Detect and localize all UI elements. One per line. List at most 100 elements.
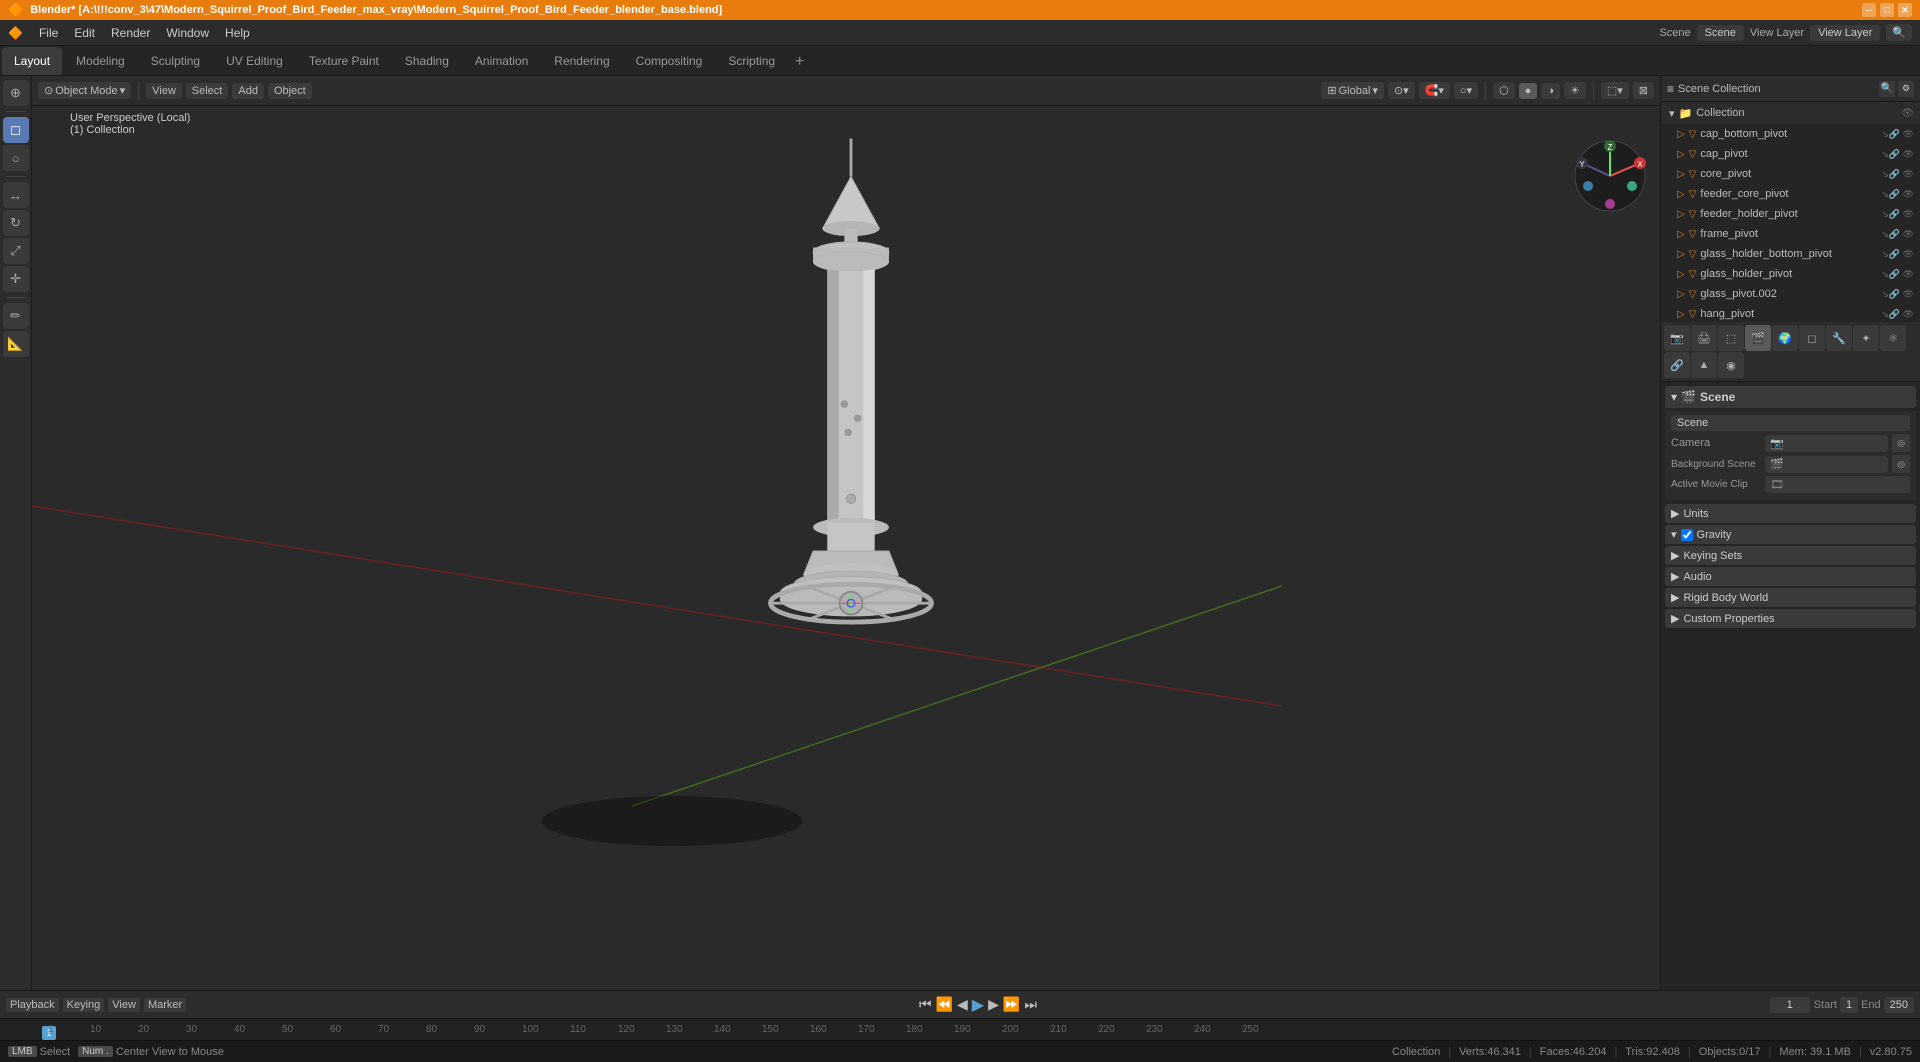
units-header[interactable]: ▶ Units xyxy=(1665,504,1916,523)
start-frame-input[interactable]: 1 xyxy=(1840,997,1858,1013)
prev-keyframe-btn[interactable]: ⏪ xyxy=(936,996,953,1013)
outliner-item-core-pivot[interactable]: ▷ ▽ core_pivot ↘🔗 👁 xyxy=(1661,164,1920,184)
snap-btn[interactable]: 🧲▾ xyxy=(1419,82,1450,99)
background-scene-picker-btn[interactable]: ◎ xyxy=(1892,455,1910,473)
view-menu[interactable]: View xyxy=(146,83,182,99)
playback-dropdown[interactable]: Playback xyxy=(6,998,59,1012)
object-props-icon[interactable]: ◻ xyxy=(1799,325,1825,351)
current-frame-input[interactable]: 1 xyxy=(1770,997,1810,1013)
go-to-end-btn[interactable]: ⏭ xyxy=(1024,996,1037,1013)
scale-tool[interactable]: ⤢ xyxy=(3,238,29,264)
physics-props-icon[interactable]: ⚛ xyxy=(1880,325,1906,351)
scene-selector[interactable]: Scene xyxy=(1697,25,1744,41)
collection-header[interactable]: ▾ 📁 Collection 👁 xyxy=(1661,102,1920,124)
annotate-tool[interactable]: ✏ xyxy=(3,303,29,329)
keying-sets-header[interactable]: ▶ Keying Sets xyxy=(1665,546,1916,565)
gravity-toggle[interactable] xyxy=(1681,529,1693,541)
movie-clip-value[interactable]: 🎞 xyxy=(1765,476,1910,493)
constraints-props-icon[interactable]: 🔗 xyxy=(1664,352,1690,378)
gravity-header[interactable]: ▾ Gravity xyxy=(1665,525,1916,544)
menu-file[interactable]: File xyxy=(31,20,66,46)
tab-rendering[interactable]: Rendering xyxy=(542,47,621,75)
measure-tool[interactable]: 📐 xyxy=(3,331,29,357)
scene-props-icon[interactable]: 🎬 xyxy=(1745,325,1771,351)
rigid-body-world-header[interactable]: ▶ Rigid Body World xyxy=(1665,588,1916,607)
go-to-start-btn[interactable]: ⏮ xyxy=(919,996,932,1013)
move-tool[interactable]: ↔ xyxy=(3,182,29,208)
camera-picker-btn[interactable]: ◎ xyxy=(1892,434,1910,452)
overlay-btn[interactable]: ⬚▾ xyxy=(1601,82,1629,99)
object-mode-dropdown[interactable]: ⊙ Object Mode ▾ xyxy=(38,82,131,99)
cursor-tool[interactable]: ⊕ xyxy=(3,80,29,106)
outliner-item-cap-bottom-pivot[interactable]: ▷ ▽ cap_bottom_pivot ↘🔗 👁 xyxy=(1661,124,1920,144)
search-button[interactable]: 🔍 xyxy=(1886,24,1912,41)
transform-tool[interactable]: ✛ xyxy=(3,266,29,292)
wireframe-btn[interactable]: ⬡ xyxy=(1493,82,1515,99)
menu-render[interactable]: Render xyxy=(103,20,158,46)
select-menu[interactable]: Select xyxy=(186,83,229,99)
outliner-settings-btn[interactable]: ⚙ xyxy=(1898,81,1914,97)
play-btn[interactable]: ▶ xyxy=(972,995,984,1015)
end-frame-input[interactable]: 250 xyxy=(1884,997,1914,1013)
view-layer-selector[interactable]: View Layer xyxy=(1810,25,1880,41)
tab-sculpting[interactable]: Sculpting xyxy=(139,47,212,75)
camera-value[interactable]: 📷 xyxy=(1765,435,1888,452)
next-keyframe-btn[interactable]: ⏩ xyxy=(1003,996,1020,1013)
select-circle-tool[interactable]: ○ xyxy=(3,145,29,171)
object-menu[interactable]: Object xyxy=(268,83,312,99)
tab-uv-editing[interactable]: UV Editing xyxy=(214,47,295,75)
maximize-button[interactable]: □ xyxy=(1880,3,1894,17)
title-bar-controls[interactable]: ─ □ ✕ xyxy=(1862,3,1912,17)
tab-scripting[interactable]: Scripting xyxy=(716,47,787,75)
data-props-icon[interactable]: ▲ xyxy=(1691,352,1717,378)
add-menu[interactable]: Add xyxy=(232,83,264,99)
outliner-item-feeder-core-pivot[interactable]: ▷ ▽ feeder_core_pivot ↘🔗 👁 xyxy=(1661,184,1920,204)
select-box-tool[interactable]: ◻ xyxy=(3,117,29,143)
menu-edit[interactable]: Edit xyxy=(66,20,103,46)
menu-window[interactable]: Window xyxy=(158,20,217,46)
tab-compositing[interactable]: Compositing xyxy=(624,47,715,75)
marker-dropdown[interactable]: Marker xyxy=(144,998,186,1012)
particles-props-icon[interactable]: ✦ xyxy=(1853,325,1879,351)
navigation-gizmo[interactable]: X Y Z 📷 🔒 ✋ 🔍 xyxy=(1570,136,1650,216)
tab-add-button[interactable]: + xyxy=(787,49,812,75)
viewport[interactable]: ⊙ Object Mode ▾ View Select Add Object ⊞… xyxy=(32,76,1660,990)
proportional-btn[interactable]: ○▾ xyxy=(1454,82,1478,99)
material-btn[interactable]: ◑ xyxy=(1541,83,1560,99)
modifier-props-icon[interactable]: 🔧 xyxy=(1826,325,1852,351)
tab-texture-paint[interactable]: Texture Paint xyxy=(297,47,391,75)
minimize-button[interactable]: ─ xyxy=(1862,3,1876,17)
outliner-item-feeder-holder-pivot[interactable]: ▷ ▽ feeder_holder_pivot ↘🔗 👁 xyxy=(1661,204,1920,224)
tab-modeling[interactable]: Modeling xyxy=(64,47,137,75)
prev-frame-btn[interactable]: ◀ xyxy=(957,996,968,1013)
pivot-btn[interactable]: ⊙▾ xyxy=(1388,82,1415,99)
custom-props-header[interactable]: ▶ Custom Properties xyxy=(1665,609,1916,628)
transform-dropdown[interactable]: ⊞ Global ▾ xyxy=(1321,82,1384,99)
menu-blender[interactable]: 🔶 xyxy=(0,20,31,46)
render-props-icon[interactable]: 📷 xyxy=(1664,325,1690,351)
tab-layout[interactable]: Layout xyxy=(2,47,62,75)
close-button[interactable]: ✕ xyxy=(1898,3,1912,17)
next-frame-btn[interactable]: ▶ xyxy=(988,996,999,1013)
scene-section-header[interactable]: ▾ 🎬 Scene xyxy=(1665,386,1916,408)
outliner-item-glass-pivot-002[interactable]: ▷ ▽ glass_pivot.002 ↘🔗 👁 xyxy=(1661,284,1920,304)
outliner-item-glass-holder-bottom-pivot[interactable]: ▷ ▽ glass_holder_bottom_pivot ↘🔗 👁 xyxy=(1661,244,1920,264)
collection-eye[interactable]: 👁 xyxy=(1901,108,1914,119)
menu-help[interactable]: Help xyxy=(217,20,258,46)
rendered-btn[interactable]: ☀ xyxy=(1564,82,1586,99)
scene-name-section[interactable]: Scene xyxy=(1671,415,1910,431)
keying-dropdown[interactable]: Keying xyxy=(63,998,105,1012)
view-dropdown[interactable]: View xyxy=(108,998,140,1012)
outliner-filter-btn[interactable]: 🔍 xyxy=(1879,81,1895,97)
tab-shading[interactable]: Shading xyxy=(393,47,461,75)
outliner-item-cap-pivot[interactable]: ▷ ▽ cap_pivot ↘🔗 👁 xyxy=(1661,144,1920,164)
xray-btn[interactable]: ⊠ xyxy=(1633,82,1654,99)
outliner-item-frame-pivot[interactable]: ▷ ▽ frame_pivot ↘🔗 👁 xyxy=(1661,224,1920,244)
material-props-icon[interactable]: ◉ xyxy=(1718,352,1744,378)
audio-header[interactable]: ▶ Audio xyxy=(1665,567,1916,586)
view-layer-props-icon[interactable]: ⬚ xyxy=(1718,325,1744,351)
tab-animation[interactable]: Animation xyxy=(463,47,540,75)
outliner-item-glass-holder-pivot[interactable]: ▷ ▽ glass_holder_pivot ↘🔗 👁 xyxy=(1661,264,1920,284)
output-props-icon[interactable]: 🖨 xyxy=(1691,325,1717,351)
background-scene-value[interactable]: 🎬 xyxy=(1765,456,1888,473)
